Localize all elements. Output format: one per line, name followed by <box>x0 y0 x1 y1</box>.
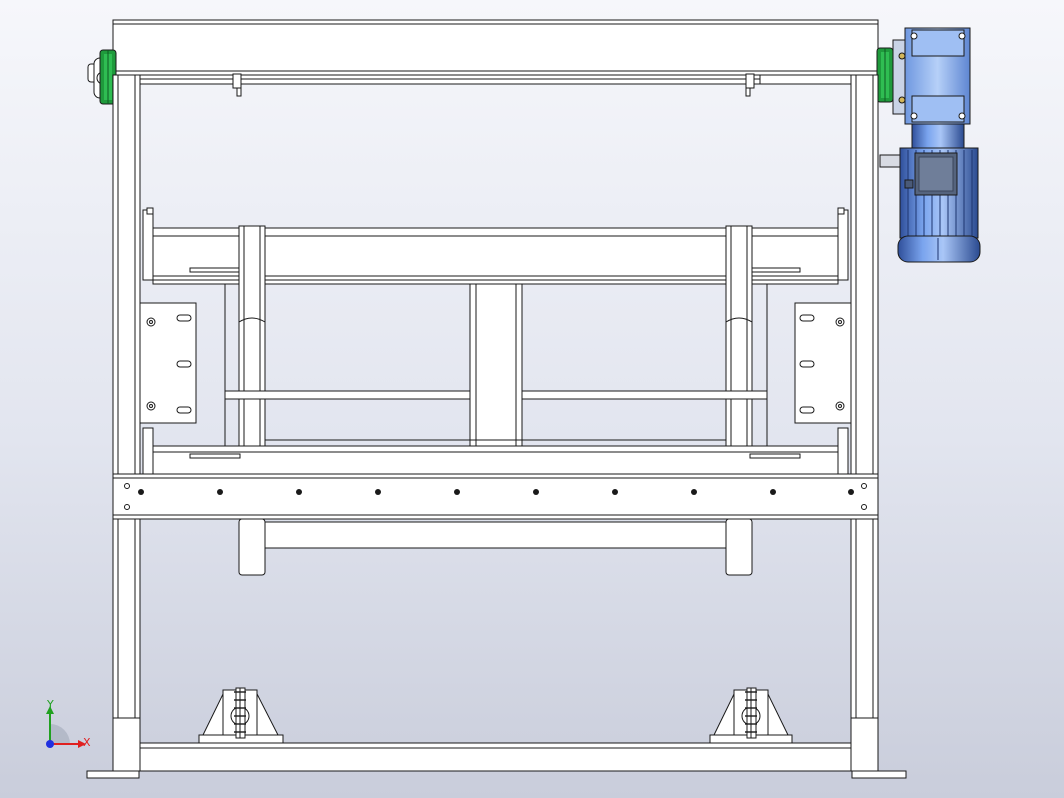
coordinate-triad[interactable]: Y X <box>40 698 100 755</box>
left-leg-upper <box>112 74 141 476</box>
foot-right <box>851 770 907 779</box>
conveyor-assembly-front-view <box>86 19 981 779</box>
cad-viewport[interactable]: Y X <box>0 0 1064 798</box>
base-beam <box>139 742 852 772</box>
foot-left <box>86 770 140 779</box>
top-roller-beam <box>112 19 879 76</box>
inner-frame-crossbar <box>224 390 471 400</box>
triad-y-label: Y <box>47 698 54 711</box>
sprocket-bracket-right <box>709 687 793 744</box>
triad-x-label: X <box>83 736 91 749</box>
triad-z-axis <box>46 740 54 748</box>
right-leg-upper <box>850 74 879 476</box>
carriage-lower-rail <box>152 445 839 475</box>
lower-slider-right <box>725 518 753 576</box>
gear-motor <box>879 27 981 263</box>
sprocket-bracket-left <box>198 687 284 744</box>
lower-cross-tube <box>264 521 727 549</box>
slider-post-left <box>238 225 266 475</box>
fan-cover <box>897 235 981 263</box>
tensioner-left <box>232 73 242 89</box>
slider-post-right <box>725 225 753 475</box>
inner-frame-center-post <box>469 283 523 447</box>
tensioner-right <box>745 73 755 89</box>
lower-slider-left <box>238 518 266 576</box>
drilled-cross-rail <box>112 473 879 520</box>
